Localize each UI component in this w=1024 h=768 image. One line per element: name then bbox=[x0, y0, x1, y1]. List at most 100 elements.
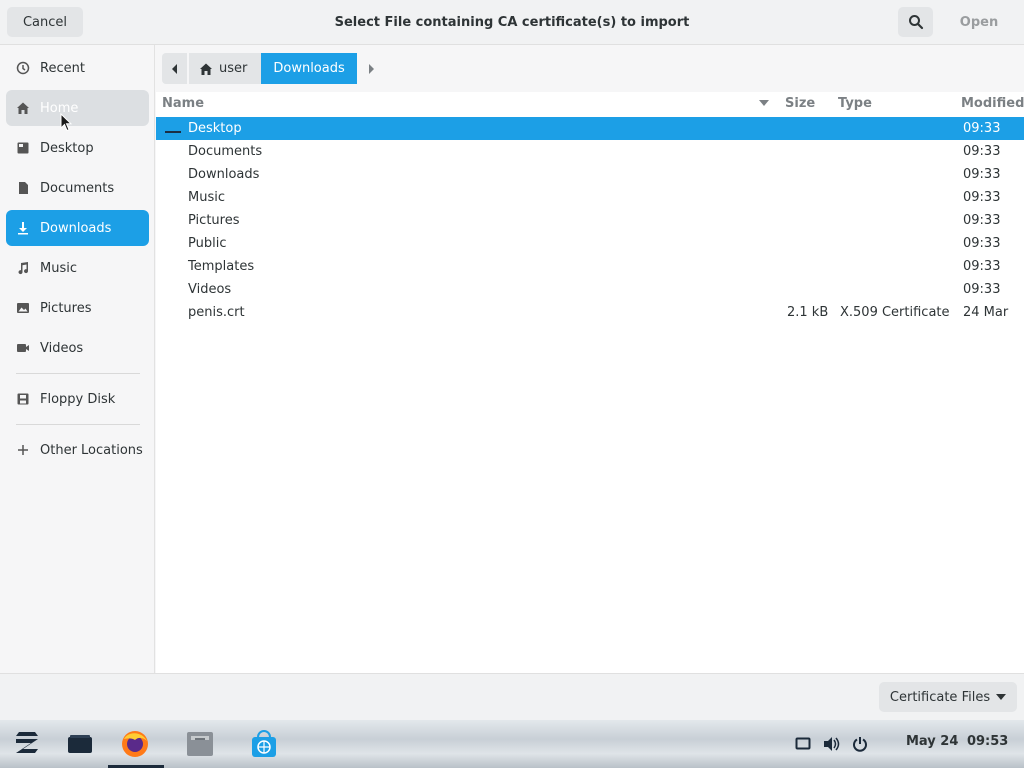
sidebar-item-other-locations[interactable]: Other Locations bbox=[6, 432, 149, 468]
picture-icon bbox=[16, 301, 30, 315]
sidebar-item-home[interactable]: Home bbox=[6, 90, 149, 126]
clock-date: May 24 bbox=[906, 734, 959, 749]
file-modified: 09:33 bbox=[963, 259, 1001, 274]
sidebar-item-desktop[interactable]: Desktop bbox=[6, 130, 149, 166]
path-segment-user[interactable]: user bbox=[189, 53, 262, 84]
home-icon bbox=[16, 101, 30, 115]
file-name: Documents bbox=[188, 144, 263, 159]
file-row[interactable]: Downloads 09:33 bbox=[156, 163, 1024, 186]
dialog-footer: Certificate Files bbox=[0, 673, 1024, 720]
sort-down-icon bbox=[759, 100, 769, 106]
taskbar: May 24 09:53 bbox=[0, 720, 1024, 768]
sidebar-item-label: Downloads bbox=[40, 220, 112, 236]
sidebar-item-recent[interactable]: Recent bbox=[6, 50, 149, 86]
sidebar-item-downloads[interactable]: Downloads bbox=[6, 210, 149, 246]
tray-window-indicator[interactable] bbox=[793, 734, 813, 754]
app-menu-button[interactable] bbox=[11, 728, 43, 760]
folder-edit-underline-icon bbox=[165, 131, 181, 133]
taskbar-software-store[interactable] bbox=[248, 728, 280, 760]
sidebar-item-label: Documents bbox=[40, 180, 115, 196]
file-row[interactable]: penis.crt 2.1 kB X.509 Certificate 24 Ma… bbox=[156, 301, 1024, 324]
file-row[interactable]: Templates 09:33 bbox=[156, 255, 1024, 278]
file-row[interactable]: Documents 09:33 bbox=[156, 140, 1024, 163]
path-segment-label: Downloads bbox=[273, 61, 345, 76]
sidebar-item-label: Music bbox=[40, 260, 77, 276]
file-modified: 09:33 bbox=[963, 236, 1001, 251]
file-chooser-dialog: Cancel Select File containing CA certifi… bbox=[0, 0, 1024, 720]
windows-icon bbox=[68, 735, 92, 753]
open-button[interactable]: Open bbox=[950, 7, 1008, 37]
music-icon bbox=[16, 261, 30, 275]
column-header-size[interactable]: Size bbox=[785, 96, 815, 111]
chevron-right-icon bbox=[368, 63, 374, 74]
tray-power[interactable] bbox=[850, 734, 870, 754]
clock-icon bbox=[16, 61, 30, 75]
screen-icon bbox=[795, 737, 811, 750]
file-modified: 09:33 bbox=[963, 282, 1001, 297]
file-modified: 09:33 bbox=[963, 213, 1001, 228]
column-header-name[interactable]: Name bbox=[162, 96, 204, 111]
taskbar-clock[interactable]: May 24 09:53 bbox=[906, 734, 1008, 749]
software-store-icon bbox=[252, 730, 276, 757]
sidebar-item-label: Pictures bbox=[40, 300, 92, 316]
path-bar: user Downloads bbox=[162, 53, 385, 85]
path-back-button[interactable] bbox=[162, 53, 187, 84]
mouse-pointer-icon bbox=[60, 113, 72, 132]
tray-volume[interactable] bbox=[822, 734, 842, 754]
volume-icon bbox=[824, 737, 840, 751]
file-size: 2.1 kB bbox=[787, 305, 829, 320]
path-segment-downloads[interactable]: Downloads bbox=[261, 53, 357, 84]
taskbar-firefox[interactable] bbox=[119, 728, 151, 760]
file-row[interactable]: Public 09:33 bbox=[156, 232, 1024, 255]
file-filter-dropdown[interactable]: Certificate Files bbox=[879, 682, 1017, 712]
path-segment-label: user bbox=[219, 61, 248, 76]
file-list: Name Size Type Modified Desktop 09:33 Do… bbox=[156, 92, 1024, 673]
file-name: Downloads bbox=[188, 167, 260, 182]
power-icon bbox=[853, 737, 867, 752]
sidebar-item-floppy-disk[interactable]: Floppy Disk bbox=[6, 381, 149, 417]
home-icon bbox=[199, 62, 213, 76]
sidebar-item-label: Desktop bbox=[40, 140, 94, 156]
places-sidebar: Recent Home Desktop Documents Downloads bbox=[0, 45, 155, 673]
sidebar-item-videos[interactable]: Videos bbox=[6, 330, 149, 366]
files-icon bbox=[187, 732, 213, 756]
dialog-title: Select File containing CA certificate(s)… bbox=[334, 15, 690, 30]
clock-time: 09:53 bbox=[966, 734, 1009, 749]
file-modified: 24 Mar bbox=[963, 305, 1009, 320]
file-name: Public bbox=[188, 236, 227, 251]
file-row[interactable]: Music 09:33 bbox=[156, 186, 1024, 209]
column-header-modified[interactable]: Modified bbox=[961, 96, 1024, 111]
taskbar-window-switcher[interactable] bbox=[64, 728, 96, 760]
column-header-type[interactable]: Type bbox=[838, 96, 872, 111]
search-button[interactable] bbox=[898, 7, 933, 37]
file-row[interactable]: Videos 09:33 bbox=[156, 278, 1024, 301]
cancel-button-label: Cancel bbox=[22, 14, 68, 30]
sidebar-item-label: Recent bbox=[40, 60, 85, 76]
file-modified: 09:33 bbox=[963, 121, 1001, 136]
file-name: penis.crt bbox=[188, 305, 245, 320]
open-button-label: Open bbox=[959, 14, 999, 30]
file-row[interactable]: Pictures 09:33 bbox=[156, 209, 1024, 232]
file-modified: 09:33 bbox=[963, 144, 1001, 159]
sidebar-item-documents[interactable]: Documents bbox=[6, 170, 149, 206]
file-name: Videos bbox=[188, 282, 232, 297]
plus-icon bbox=[16, 443, 30, 457]
chevron-left-icon bbox=[171, 63, 177, 74]
header-bar: Cancel Select File containing CA certifi… bbox=[0, 0, 1024, 45]
desktop-icon bbox=[16, 141, 30, 155]
file-filter-label: Certificate Files bbox=[889, 689, 991, 705]
sidebar-item-label: Floppy Disk bbox=[40, 391, 116, 407]
path-forward-button[interactable] bbox=[357, 53, 385, 84]
floppy-icon bbox=[16, 392, 30, 406]
file-name: Pictures bbox=[188, 213, 240, 228]
sidebar-item-pictures[interactable]: Pictures bbox=[6, 290, 149, 326]
sidebar-item-label: Videos bbox=[40, 340, 84, 356]
taskbar-files[interactable] bbox=[184, 728, 216, 760]
zorin-logo-icon bbox=[16, 732, 38, 753]
sidebar-item-music[interactable]: Music bbox=[6, 250, 149, 286]
cancel-button[interactable]: Cancel bbox=[7, 7, 83, 37]
firefox-icon bbox=[122, 731, 148, 757]
file-name: Templates bbox=[188, 259, 255, 274]
file-row[interactable]: Desktop 09:33 bbox=[156, 117, 1024, 140]
sidebar-separator bbox=[16, 424, 140, 425]
